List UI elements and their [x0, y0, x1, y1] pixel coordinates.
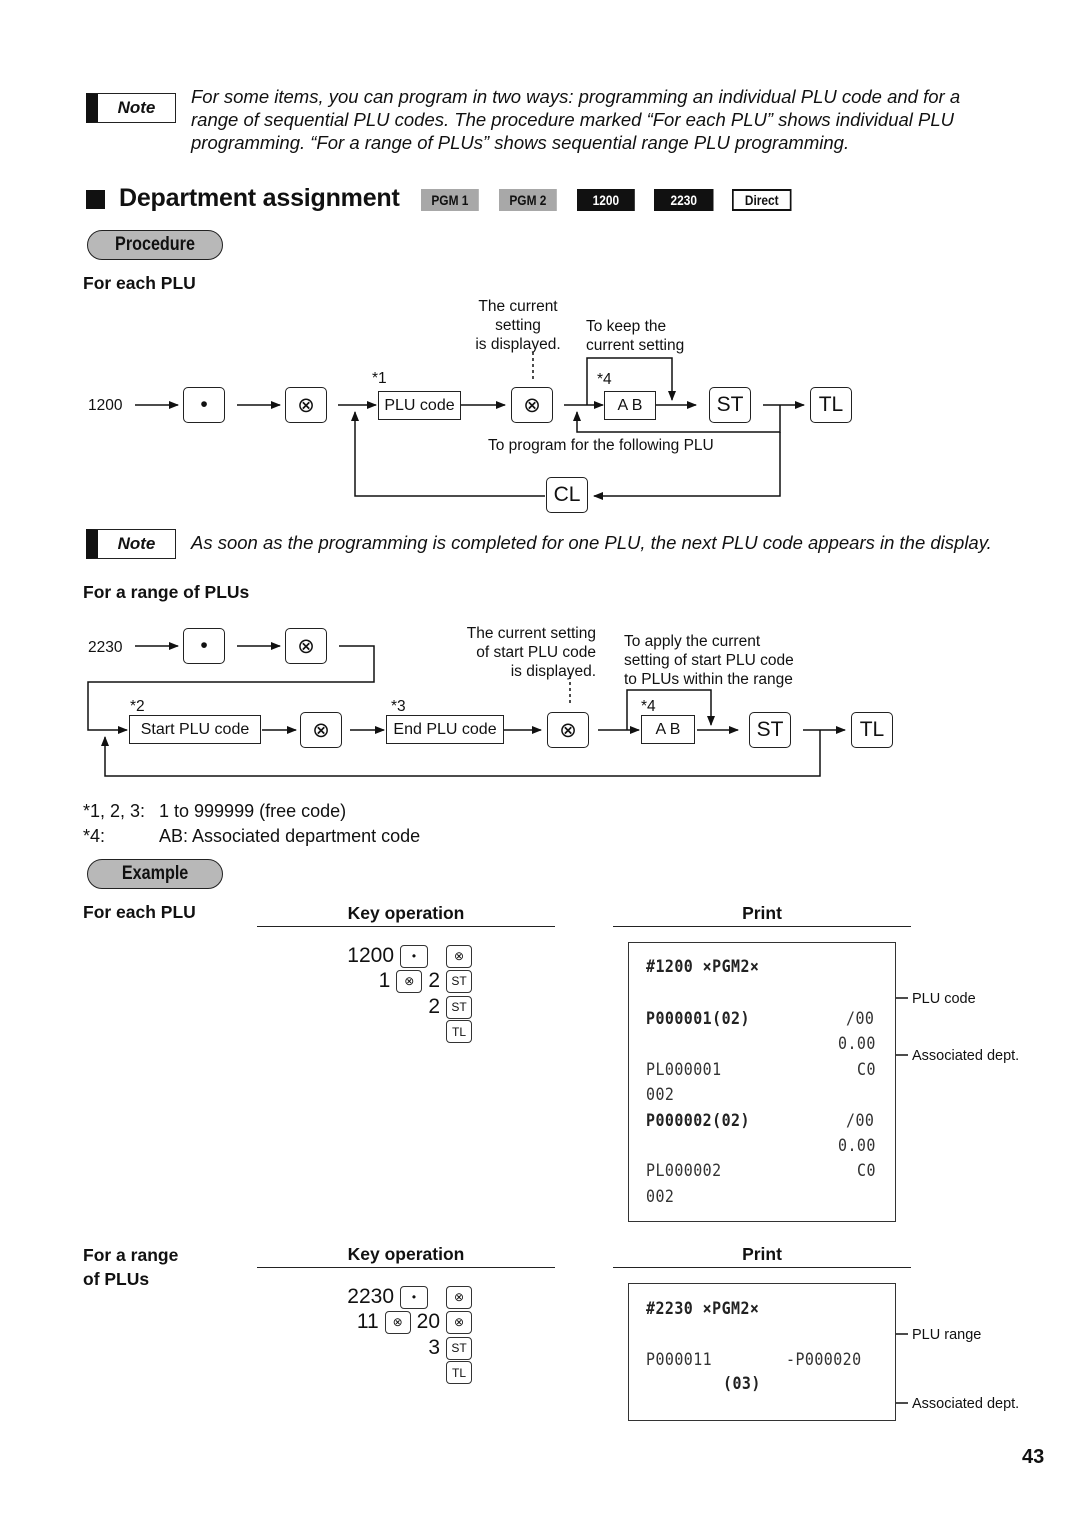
- print-header: Print: [613, 903, 911, 927]
- st-key[interactable]: ST: [709, 387, 751, 423]
- receipt-dept: (03): [723, 1374, 761, 1394]
- following-plu-note: To program for the following PLU: [488, 437, 714, 454]
- receipt-row-right: 0.00: [838, 1034, 876, 1054]
- multiply-key[interactable]: ⊗: [396, 969, 423, 993]
- mark-2: *2: [130, 698, 145, 715]
- receipt-header: #2230 ×PGM2×: [646, 1299, 760, 1319]
- start-plu-box: Start PLU code: [129, 715, 261, 744]
- example-each-heading: For each PLU: [83, 902, 196, 922]
- cl-key[interactable]: CL: [546, 477, 588, 513]
- dot-icon: •: [200, 634, 208, 657]
- receipt-row-left: P000011: [646, 1350, 713, 1370]
- key-operation-header: Key operation: [257, 903, 555, 927]
- end-plu-box: End PLU code: [386, 715, 504, 744]
- key-op-row: 1 ⊗ 2 ST: [300, 969, 472, 993]
- key-op-row: TL: [300, 1020, 472, 1043]
- receipt-row-left: PL000001: [646, 1060, 722, 1080]
- footnote-text: AB: Associated department code: [159, 826, 421, 846]
- plu-code-box: PLU code: [378, 391, 461, 420]
- receipt-row-left: P000002(02): [646, 1111, 750, 1131]
- tl-key[interactable]: TL: [446, 1361, 472, 1384]
- key-op-row: 1200 • ⊗: [300, 944, 472, 968]
- receipt-row-right: C0: [857, 1060, 876, 1080]
- note-text: As soon as the programming is completed …: [191, 532, 992, 553]
- receipt-row-left: 002: [646, 1187, 675, 1207]
- example-range-heading: For a range of PLUs: [83, 1245, 179, 1289]
- callout-associated-dept: Associated dept.: [912, 1396, 1020, 1412]
- dot-key[interactable]: •: [183, 387, 225, 423]
- key-op-row: 3 ST: [300, 1336, 472, 1360]
- receipt-row-left: 002: [646, 1085, 675, 1105]
- multiply-key[interactable]: ⊗: [446, 1310, 472, 1334]
- current-setting-note: The current setting is displayed.: [475, 298, 561, 353]
- multiply-icon: ⊗: [559, 718, 577, 742]
- dot-key[interactable]: •: [400, 1285, 428, 1309]
- multiply-icon: ⊗: [297, 393, 315, 417]
- key-op-row: 11 ⊗ 20 ⊗: [300, 1310, 472, 1334]
- footnote-mark: *4:: [83, 826, 106, 846]
- dot-key[interactable]: •: [183, 628, 225, 664]
- current-start-setting-note: The current setting of start PLU code is…: [466, 625, 596, 680]
- multiply-key[interactable]: ⊗: [446, 944, 472, 968]
- st-key[interactable]: ST: [446, 969, 472, 993]
- ab-box: A B: [604, 391, 656, 420]
- page-number: 43: [1022, 1446, 1045, 1468]
- footnote-mark: *1, 2, 3:: [83, 801, 146, 821]
- for-range-heading: For a range of PLUs: [83, 582, 250, 602]
- receipt-row-right: /00: [846, 1111, 875, 1131]
- multiply-key[interactable]: ⊗: [511, 387, 553, 423]
- tl-key[interactable]: TL: [446, 1020, 472, 1043]
- mark-1: *1: [372, 370, 387, 387]
- receipt-row-right: C0: [857, 1161, 876, 1181]
- flow-diagram-lines: [87, 352, 908, 1404]
- key-operation-header: Key operation: [257, 1244, 555, 1268]
- multiply-icon: ⊗: [297, 634, 315, 658]
- dot-key[interactable]: •: [400, 944, 428, 968]
- multiply-key[interactable]: ⊗: [446, 1285, 472, 1309]
- multiply-key[interactable]: ⊗: [285, 628, 327, 664]
- dot-icon: •: [200, 393, 208, 416]
- callout-associated-dept: Associated dept.: [912, 1048, 1020, 1064]
- receipt-row-left: PL000002: [646, 1161, 722, 1181]
- multiply-key[interactable]: ⊗: [547, 712, 589, 748]
- start-code-1200: 1200: [88, 397, 123, 414]
- multiply-icon: ⊗: [523, 393, 541, 417]
- tl-key[interactable]: TL: [810, 387, 852, 423]
- footnote-text: 1 to 999999 (free code): [159, 801, 347, 821]
- st-key[interactable]: ST: [446, 1336, 472, 1360]
- key-op-row: TL: [300, 1361, 472, 1384]
- multiply-key[interactable]: ⊗: [285, 387, 327, 423]
- st-key[interactable]: ST: [446, 995, 472, 1019]
- callout-plu-range: PLU range: [912, 1327, 982, 1343]
- keep-setting-note: To keep the current setting: [586, 318, 685, 354]
- receipt-row-right: /00: [846, 1009, 875, 1029]
- receipt-row-left: P000001(02): [646, 1009, 750, 1029]
- ab-box: A B: [641, 715, 695, 744]
- note-badge: Note: [86, 529, 176, 559]
- mark-4: *4: [597, 371, 612, 388]
- tl-key[interactable]: TL: [851, 712, 893, 748]
- start-code-2230: 2230: [88, 639, 123, 656]
- mark-3: *3: [391, 698, 406, 715]
- receipt-header: #1200 ×PGM2×: [646, 957, 760, 977]
- mark-4: *4: [641, 698, 656, 715]
- multiply-key[interactable]: ⊗: [300, 712, 342, 748]
- key-op-row: 2 ST: [300, 995, 472, 1019]
- receipt-row-right: 0.00: [838, 1136, 876, 1156]
- print-header: Print: [613, 1244, 911, 1268]
- callout-plu-code: PLU code: [912, 991, 976, 1007]
- key-op-row: 2230 • ⊗: [300, 1285, 472, 1309]
- st-key[interactable]: ST: [749, 712, 791, 748]
- multiply-icon: ⊗: [312, 718, 330, 742]
- apply-setting-note: To apply the current setting of start PL…: [624, 633, 794, 688]
- example-label: Example: [87, 859, 223, 889]
- receipt-row-right: -P000020: [786, 1350, 862, 1370]
- multiply-key[interactable]: ⊗: [384, 1310, 411, 1334]
